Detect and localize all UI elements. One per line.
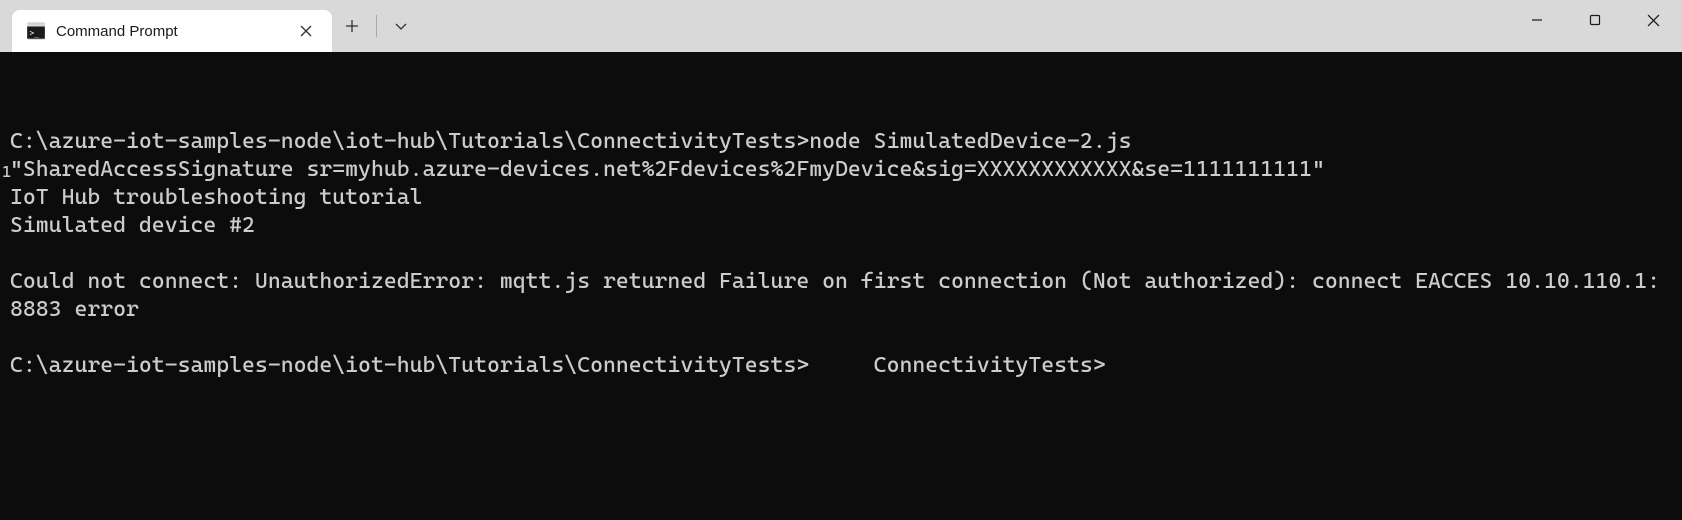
- terminal-output[interactable]: 1 C:\azure-iot-samples-node\iot-hub\Tuto…: [0, 52, 1682, 520]
- tab-title: Command Prompt: [56, 23, 264, 40]
- tab-close-button[interactable]: [294, 19, 318, 43]
- new-tab-button[interactable]: [332, 6, 372, 46]
- tabbar-separator: [376, 15, 377, 37]
- cmd-icon: >_: [26, 21, 46, 41]
- tab-strip: >_ Command Prompt: [0, 0, 421, 52]
- tab-command-prompt[interactable]: >_ Command Prompt: [12, 10, 332, 52]
- window-titlebar: >_ Command Prompt: [0, 0, 1682, 52]
- maximize-button[interactable]: [1566, 0, 1624, 40]
- window-controls: [1508, 0, 1682, 52]
- overlay-digit: 1: [2, 158, 11, 186]
- tab-dropdown-button[interactable]: [381, 6, 421, 46]
- minimize-button[interactable]: [1508, 0, 1566, 40]
- svg-text:>_: >_: [29, 29, 39, 38]
- close-button[interactable]: [1624, 0, 1682, 40]
